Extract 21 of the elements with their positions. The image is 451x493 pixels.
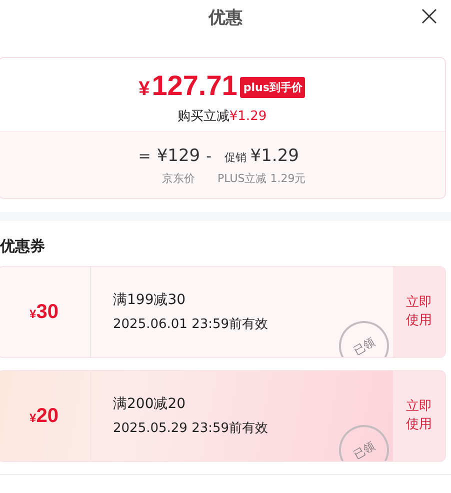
price-value: ¥1.29 bbox=[250, 145, 299, 167]
promo-label: 促销 bbox=[224, 150, 246, 165]
plus-price-badge: plus到手价 bbox=[240, 77, 306, 98]
coupon-amount: ¥20 bbox=[30, 404, 58, 428]
price-caption: 京东价 bbox=[162, 171, 195, 186]
operator-sign: = bbox=[138, 147, 151, 165]
saving-value: ¥1.29 bbox=[229, 109, 267, 124]
final-price: ¥127.71 bbox=[138, 70, 238, 103]
coupon-validity: 2025.05.29 23:59前有效 bbox=[113, 420, 270, 437]
saving-label: 购买立减 bbox=[177, 109, 230, 124]
close-button[interactable]: × bbox=[414, 2, 445, 30]
operator-sign: - bbox=[206, 147, 212, 165]
coupon-rule: 满199减30 bbox=[113, 291, 187, 309]
dialog-title: 优惠 bbox=[208, 6, 242, 28]
price-value: ¥129 bbox=[156, 145, 200, 167]
coupon-amount: ¥30 bbox=[30, 300, 58, 324]
use-now-button[interactable]: 立即使用 bbox=[393, 267, 445, 357]
price-caption: PLUS立减 1.29元 bbox=[218, 171, 306, 186]
use-now-button[interactable]: 立即使用 bbox=[393, 371, 445, 461]
coupon-rule: 满200减20 bbox=[113, 395, 187, 413]
coupon-validity: 2025.06.01 23:59前有效 bbox=[113, 316, 270, 333]
